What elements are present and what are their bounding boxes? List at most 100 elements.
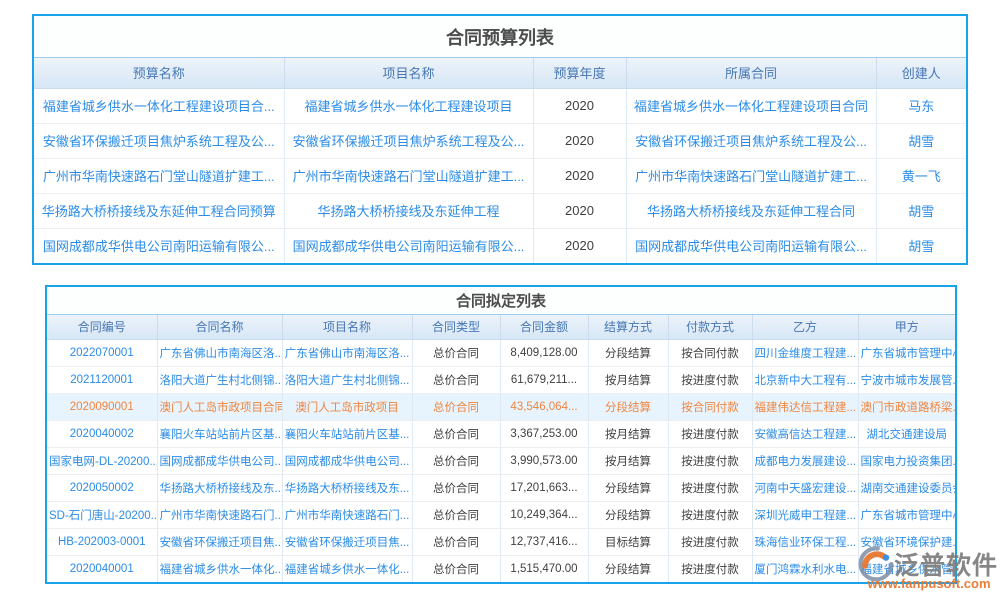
cell-link[interactable]: 国网成都成华供电公司南阳运输有限公...	[284, 228, 533, 263]
table-row[interactable]: SD-石门唐山-20200...广州市华南快速路石门...广州市华南快速路石门.…	[47, 501, 955, 528]
cell-link[interactable]: 四川金维度工程建...	[752, 339, 858, 366]
cell-text: 总价合同	[412, 555, 500, 582]
cell-link[interactable]: 广州市华南快速路石门堂山隧道扩建工...	[34, 158, 284, 193]
cell-text: 按月结算	[588, 366, 668, 393]
cell-text: 8,409,128.00	[500, 339, 588, 366]
cell-text: 3,990,573.00	[500, 447, 588, 474]
cell-link[interactable]: 广东省城市管理中心	[858, 339, 955, 366]
cell-link[interactable]: 澳门人工岛市政项目合同	[157, 393, 282, 420]
cell-link[interactable]: 珠海信业环保工程...	[752, 528, 858, 555]
table-row[interactable]: 2020050002华扬路大桥桥接线及东...华扬路大桥桥接线及东...总价合同…	[47, 474, 955, 501]
cell-link[interactable]: 广州市华南快速路石门堂山隧道扩建工...	[626, 158, 876, 193]
cell-link[interactable]: 2020090001	[47, 393, 157, 420]
cell-text: 3,367,253.00	[500, 420, 588, 447]
cell-text: 总价合同	[412, 501, 500, 528]
cell-link[interactable]: 洛阳大道广生村北侧锦...	[157, 366, 282, 393]
table-row[interactable]: 2020040001福建省城乡供水一体化...福建省城乡供水一体化...总价合同…	[47, 555, 955, 582]
table-row[interactable]: 华扬路大桥桥接线及东延伸工程合同预算华扬路大桥桥接线及东延伸工程2020华扬路大…	[34, 193, 966, 228]
cell-link[interactable]: 厦门鸿霖水利水电...	[752, 555, 858, 582]
cell-link[interactable]: 国家电力投资集团...	[858, 447, 955, 474]
table-row[interactable]: 广州市华南快速路石门堂山隧道扩建工...广州市华南快速路石门堂山隧道扩建工...…	[34, 158, 966, 193]
cell-link[interactable]: 华扬路大桥桥接线及东...	[157, 474, 282, 501]
cell-link[interactable]: 国网成都成华供电公司...	[157, 447, 282, 474]
cell-link[interactable]: 2020040001	[47, 555, 157, 582]
cell-link[interactable]: 广东省佛山市南海区洛...	[282, 339, 412, 366]
table-row[interactable]: 2020040002襄阳火车站站前片区基...襄阳火车站站前片区基...总价合同…	[47, 420, 955, 447]
cell-link[interactable]: SD-石门唐山-20200...	[47, 501, 157, 528]
cell-link[interactable]: 福建省城乡供水一体化工程建设项目合...	[34, 88, 284, 123]
table-row[interactable]: 2021120001洛阳大道广生村北侧锦...洛阳大道广生村北侧锦...总价合同…	[47, 366, 955, 393]
cell-link[interactable]: 福建省城乡供水一体化...	[157, 555, 282, 582]
draft-header-row: 合同编号合同名称项目名称合同类型合同金额结算方式付款方式乙方甲方	[47, 315, 955, 339]
cell-link[interactable]: 福建省城乡供水一体化...	[282, 555, 412, 582]
cell-link[interactable]: 安徽省环保搬迁项目焦炉系统工程及公...	[626, 123, 876, 158]
column-header: 预算年度	[533, 58, 626, 88]
cell-link[interactable]: 国网成都成华供电公司南阳运输有限公...	[34, 228, 284, 263]
cell-link[interactable]: 胡雪	[876, 123, 966, 158]
cell-link[interactable]: 2020040002	[47, 420, 157, 447]
cell-text: 按进度付款	[668, 447, 752, 474]
table-row[interactable]: 国家电网-DL-20200...国网成都成华供电公司...国网成都成华供电公司.…	[47, 447, 955, 474]
cell-text: 总价合同	[412, 420, 500, 447]
cell-link[interactable]: 胡雪	[876, 228, 966, 263]
cell-text: 分段结算	[588, 501, 668, 528]
cell-link[interactable]: 马东	[876, 88, 966, 123]
cell-text: 目标结算	[588, 528, 668, 555]
cell-link[interactable]: 洛阳大道广生村北侧锦...	[282, 366, 412, 393]
cell-link[interactable]: 广州市华南快速路石门...	[282, 501, 412, 528]
cell-link[interactable]: 广东省城市管理中心	[858, 501, 955, 528]
table-row[interactable]: 福建省城乡供水一体化工程建设项目合...福建省城乡供水一体化工程建设项目2020…	[34, 88, 966, 123]
table-row[interactable]: 国网成都成华供电公司南阳运输有限公...国网成都成华供电公司南阳运输有限公...…	[34, 228, 966, 263]
cell-link[interactable]: 国网成都成华供电公司...	[282, 447, 412, 474]
cell-link[interactable]: 成都电力发展建设...	[752, 447, 858, 474]
cell-link[interactable]: 2021120001	[47, 366, 157, 393]
cell-link[interactable]: 襄阳火车站站前片区基...	[157, 420, 282, 447]
cell-link[interactable]: 黄一飞	[876, 158, 966, 193]
cell-link[interactable]: 安徽省环保搬迁项目焦炉系统工程及公...	[34, 123, 284, 158]
table-row[interactable]: 安徽省环保搬迁项目焦炉系统工程及公...安徽省环保搬迁项目焦炉系统工程及公...…	[34, 123, 966, 158]
cell-link[interactable]: 华扬路大桥桥接线及东...	[282, 474, 412, 501]
cell-text: 分段结算	[588, 474, 668, 501]
cell-link[interactable]: 广州市华南快速路石门堂山隧道扩建工...	[284, 158, 533, 193]
cell-link[interactable]: 广东省佛山市南海区洛...	[157, 339, 282, 366]
cell-link[interactable]: 安徽高信达工程建...	[752, 420, 858, 447]
cell-link[interactable]: 澳门市政道路桥梁...	[858, 393, 955, 420]
cell-link[interactable]: 国家电网-DL-20200...	[47, 447, 157, 474]
table-row[interactable]: 2022070001广东省佛山市南海区洛...广东省佛山市南海区洛...总价合同…	[47, 339, 955, 366]
cell-link[interactable]: 2022070001	[47, 339, 157, 366]
cell-link[interactable]: 北京新中大工程有...	[752, 366, 858, 393]
cell-text: 2020	[533, 88, 626, 123]
cell-link[interactable]: 澳门人工岛市政项目	[282, 393, 412, 420]
cell-link[interactable]: 湖南交通建设委员会	[858, 474, 955, 501]
table-row[interactable]: HB-202003-0001安徽省环保搬迁项目焦...安徽省环保搬迁项目焦...…	[47, 528, 955, 555]
cell-link[interactable]: 宁波市城市发展管...	[858, 366, 955, 393]
column-header: 合同名称	[157, 315, 282, 339]
cell-link[interactable]: 安徽省环保搬迁项目焦...	[157, 528, 282, 555]
column-header: 合同金额	[500, 315, 588, 339]
cell-link[interactable]: 安徽省环保搬迁项目焦炉系统工程及公...	[284, 123, 533, 158]
cell-link[interactable]: 福建省城乡供水一体化工程建设项目	[284, 88, 533, 123]
cell-link[interactable]: 福建伟达信工程建...	[752, 393, 858, 420]
cell-link[interactable]: 胡雪	[876, 193, 966, 228]
column-header: 创建人	[876, 58, 966, 88]
cell-link[interactable]: 国网成都成华供电公司南阳运输有限公...	[626, 228, 876, 263]
table-row[interactable]: 2020090001澳门人工岛市政项目合同澳门人工岛市政项目总价合同43,546…	[47, 393, 955, 420]
cell-link[interactable]: 安徽省环保搬迁项目焦...	[282, 528, 412, 555]
cell-link[interactable]: 河南中天盛宏建设...	[752, 474, 858, 501]
column-header: 乙方	[752, 315, 858, 339]
cell-text: 2020	[533, 123, 626, 158]
cell-link[interactable]: 华扬路大桥桥接线及东延伸工程	[284, 193, 533, 228]
cell-link[interactable]: 深圳光威申工程建...	[752, 501, 858, 528]
cell-text: 总价合同	[412, 474, 500, 501]
column-header: 付款方式	[668, 315, 752, 339]
cell-link[interactable]: 福建省城乡供水管...	[858, 555, 955, 582]
cell-link[interactable]: 华扬路大桥桥接线及东延伸工程合同	[626, 193, 876, 228]
cell-link[interactable]: 华扬路大桥桥接线及东延伸工程合同预算	[34, 193, 284, 228]
cell-link[interactable]: 广州市华南快速路石门...	[157, 501, 282, 528]
cell-link[interactable]: 湖北交通建设局	[858, 420, 955, 447]
cell-link[interactable]: 襄阳火车站站前片区基...	[282, 420, 412, 447]
cell-link[interactable]: 2020050002	[47, 474, 157, 501]
cell-link[interactable]: 安徽省环境保护建...	[858, 528, 955, 555]
cell-link[interactable]: 福建省城乡供水一体化工程建设项目合同	[626, 88, 876, 123]
cell-link[interactable]: HB-202003-0001	[47, 528, 157, 555]
